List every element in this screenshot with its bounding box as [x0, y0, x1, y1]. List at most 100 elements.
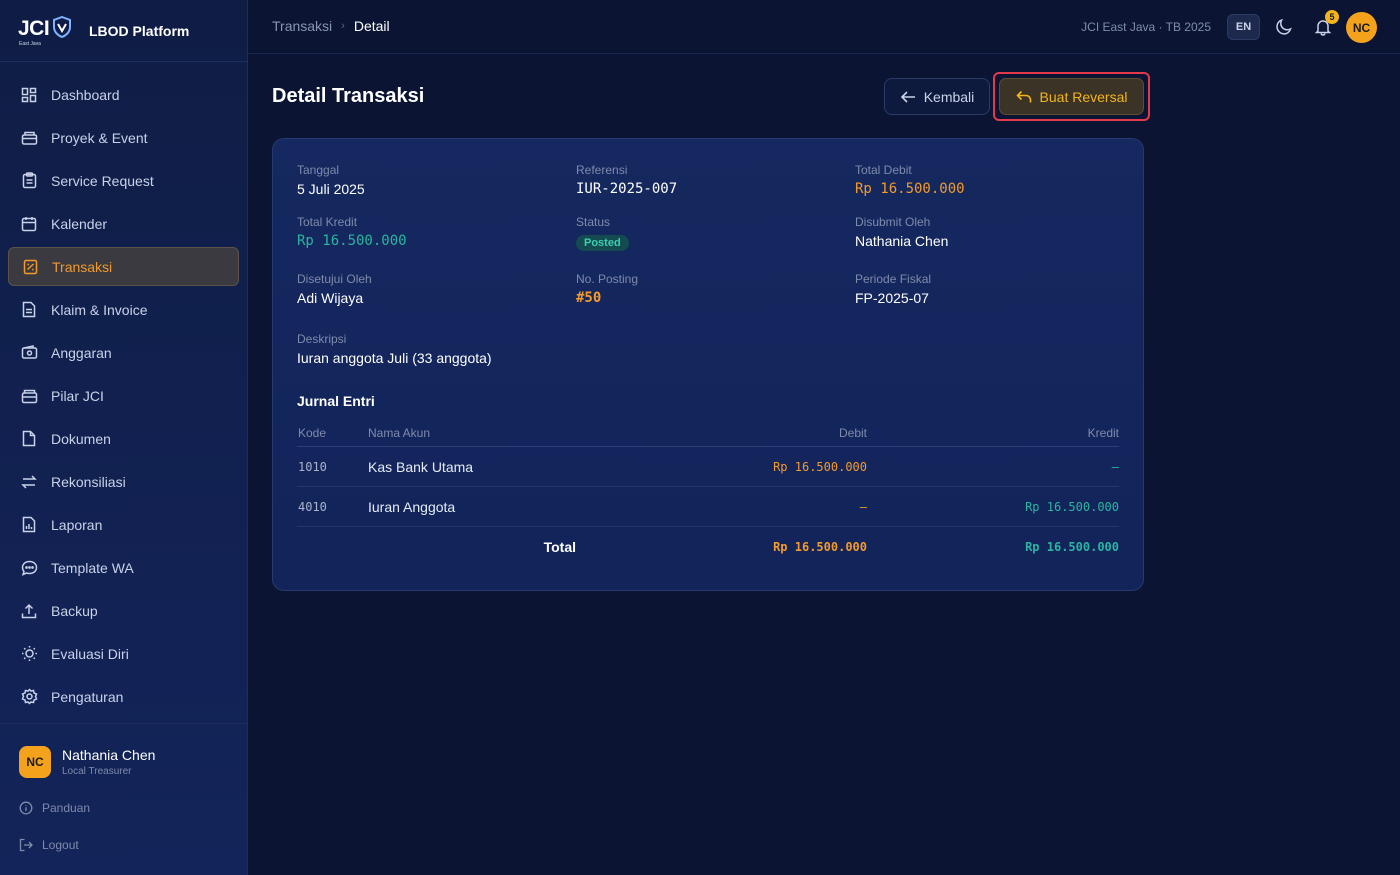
reversal-button-label: Buat Reversal: [1039, 88, 1128, 105]
sidebar-item-pilar-jci[interactable]: Pilar JCI: [8, 376, 239, 415]
field-value: Nathania Chen: [855, 233, 949, 249]
page-title: Detail Transaksi: [272, 85, 425, 107]
logout-label: Logout: [42, 838, 79, 852]
field-label: Deskripsi: [297, 332, 347, 346]
arrow-left-icon: [900, 90, 916, 104]
table-row: 4010 Iuran Anggota – Rp 16.500.000: [297, 487, 1119, 527]
field-label: Total Debit: [855, 163, 912, 177]
logout-link[interactable]: Logout: [19, 838, 248, 852]
layers-icon: [20, 387, 38, 405]
journal-section-title: Jurnal Entri: [297, 393, 375, 409]
field-label: Tanggal: [297, 163, 340, 177]
swap-icon: [20, 473, 38, 491]
language-toggle-button[interactable]: EN: [1227, 14, 1260, 40]
sidebar-item-rekonsiliasi[interactable]: Rekonsiliasi: [8, 462, 239, 501]
briefcase-icon: [20, 129, 38, 147]
sidebar-item-label: Dashboard: [51, 86, 120, 103]
sidebar-item-label: Pilar JCI: [51, 387, 104, 404]
field-label: No. Posting: [576, 272, 639, 286]
chat-icon: [20, 559, 38, 577]
back-button[interactable]: Kembali: [884, 78, 990, 115]
user-name: Nathania Chen: [62, 747, 156, 763]
guide-link[interactable]: Panduan: [19, 801, 248, 815]
logo-text: JCI: [18, 16, 50, 40]
sidebar-item-label: Klaim & Invoice: [51, 301, 148, 318]
file-icon: [20, 430, 38, 448]
sidebar-item-transaksi[interactable]: Transaksi: [8, 247, 239, 286]
cell-account-name: Iuran Anggota: [368, 498, 456, 515]
sidebar-item-service-request[interactable]: Service Request: [8, 161, 239, 200]
cell-code: 1010: [298, 459, 327, 474]
sidebar-item-proyek-event[interactable]: Proyek & Event: [8, 118, 239, 157]
organization-label: JCI East Java · TB 2025: [1081, 20, 1211, 34]
sidebar: JCI East Java LBOD Platform Dashboard Pr…: [0, 0, 248, 875]
field-value: Rp 16.500.000: [297, 233, 407, 249]
transaction-detail-card: Tanggal 5 Juli 2025 Referensi IUR-2025-0…: [272, 138, 1144, 591]
field-disubmit-oleh: Disubmit Oleh Nathania Chen: [855, 215, 948, 249]
sidebar-item-klaim-invoice[interactable]: Klaim & Invoice: [8, 290, 239, 329]
sidebar-item-template-wa[interactable]: Template WA: [8, 548, 239, 587]
user-profile[interactable]: NC Nathania Chen Local Treasurer: [19, 746, 248, 778]
file-text-icon: [20, 301, 38, 319]
field-label: Referensi: [576, 163, 628, 177]
sidebar-item-label: Evaluasi Diri: [51, 645, 129, 662]
field-tanggal: Tanggal 5 Juli 2025: [297, 163, 365, 197]
field-referensi: Referensi IUR-2025-007: [576, 163, 677, 197]
total-credit: Rp 16.500.000: [1025, 540, 1119, 554]
field-periode-fiskal: Periode Fiskal FP-2025-07: [855, 272, 931, 306]
receipt-icon: [21, 258, 39, 276]
sidebar-item-anggaran[interactable]: Anggaran: [8, 333, 239, 372]
total-debit: Rp 16.500.000: [773, 540, 867, 554]
field-deskripsi: Deskripsi Iuran anggota Juli (33 anggota…: [297, 332, 492, 366]
cell-debit: Rp 16.500.000: [773, 459, 867, 474]
sidebar-item-dashboard[interactable]: Dashboard: [8, 75, 239, 114]
shield-logo-icon: [53, 15, 71, 38]
field-value: Adi Wijaya: [297, 290, 364, 306]
topbar: Transaksi › Detail JCI East Java · TB 20…: [248, 0, 1400, 54]
sidebar-item-label: Rekonsiliasi: [51, 473, 126, 490]
field-value: Rp 16.500.000: [855, 181, 965, 197]
total-label: Total: [543, 539, 576, 555]
cell-credit: Rp 16.500.000: [1025, 499, 1119, 514]
sidebar-item-pengaturan[interactable]: Pengaturan: [8, 677, 239, 716]
wallet-icon: [20, 344, 38, 362]
brand[interactable]: JCI East Java LBOD Platform: [0, 0, 247, 62]
user-avatar-button[interactable]: NC: [1346, 12, 1377, 43]
sidebar-item-label: Backup: [51, 602, 98, 619]
field-disetujui-oleh: Disetujui Oleh Adi Wijaya: [297, 272, 372, 306]
gear-icon: [20, 688, 38, 706]
field-status: Status Posted: [576, 215, 629, 251]
column-header-credit: Kredit: [1087, 425, 1119, 440]
sidebar-item-label: Template WA: [51, 559, 134, 576]
reversal-button-highlight: Buat Reversal: [993, 72, 1150, 121]
logo-subtext: East Java: [19, 40, 41, 47]
field-total-debit: Total Debit Rp 16.500.000: [855, 163, 965, 197]
cell-debit: –: [859, 499, 867, 514]
user-role: Local Treasurer: [62, 766, 132, 777]
field-value: Iuran anggota Juli (33 anggota): [297, 350, 492, 366]
jci-logo: JCI East Java: [18, 15, 74, 47]
create-reversal-button[interactable]: Buat Reversal: [999, 78, 1144, 115]
sidebar-item-label: Pengaturan: [51, 688, 124, 705]
cell-credit: –: [1111, 459, 1119, 474]
sidebar-item-label: Dokumen: [51, 430, 111, 447]
cell-code: 4010: [298, 499, 327, 514]
breadcrumb-parent[interactable]: Transaksi: [272, 18, 332, 34]
guide-label: Panduan: [42, 801, 91, 815]
report-icon: [20, 516, 38, 534]
moon-icon[interactable]: [1275, 18, 1293, 41]
upload-icon: [20, 602, 38, 620]
sidebar-item-evaluasi-diri[interactable]: Evaluasi Diri: [8, 634, 239, 673]
clipboard-icon: [20, 172, 38, 190]
sidebar-item-backup[interactable]: Backup: [8, 591, 239, 630]
sidebar-item-label: Service Request: [51, 172, 154, 189]
user-panel: NC Nathania Chen Local Treasurer Panduan…: [0, 723, 248, 852]
sidebar-item-laporan[interactable]: Laporan: [8, 505, 239, 544]
logout-icon: [19, 838, 33, 852]
field-label: Disetujui Oleh: [297, 272, 372, 286]
field-value: 5 Juli 2025: [297, 181, 365, 197]
column-header-name: Nama Akun: [368, 425, 431, 440]
field-no-posting: No. Posting #50: [576, 272, 638, 306]
sidebar-item-kalender[interactable]: Kalender: [8, 204, 239, 243]
sidebar-item-dokumen[interactable]: Dokumen: [8, 419, 239, 458]
